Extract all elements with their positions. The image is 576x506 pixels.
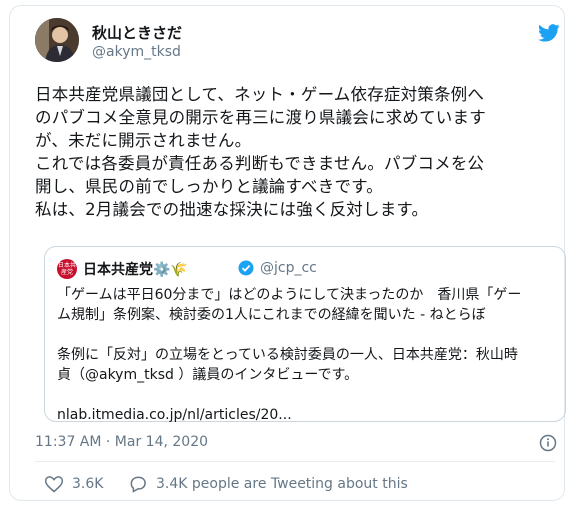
info-icon[interactable] (539, 434, 557, 456)
heart-icon[interactable] (44, 474, 64, 498)
display-name[interactable]: 秋山ときさだ (92, 22, 182, 43)
jcp-logo: 日本共産党 (57, 259, 77, 279)
talking-about-link[interactable]: 3.4K people are Tweeting about this (156, 476, 408, 492)
avatar[interactable] (35, 18, 79, 62)
quoted-tweet[interactable]: 日本共産党 日本共産党⚙️🌾 @jcp_cc 「ゲームは平日60分まで」はどのよ… (44, 246, 566, 423)
user-handle[interactable]: @akym_tksd (92, 44, 181, 60)
like-count[interactable]: 3.6K (72, 476, 103, 492)
verified-badge-icon (238, 260, 254, 276)
quoted-display-name: 日本共産党⚙️🌾 (83, 262, 188, 278)
tweet-card: 秋山ときさだ @akym_tksd 日本共産党県議団として、ネット・ゲーム依存症… (9, 5, 566, 501)
tweet-timestamp[interactable]: 11:37 AM · Mar 14, 2020 (35, 434, 208, 450)
twitter-bird-icon[interactable] (538, 24, 560, 46)
tweet-text: 日本共産党県議団として、ネット・ゲーム依存症対策条例へ のパブコメ全意見の開示を… (35, 85, 486, 219)
speech-bubble-icon[interactable] (128, 474, 148, 498)
divider (35, 461, 555, 462)
quoted-handle: @jcp_cc (260, 260, 317, 276)
quoted-text: 「ゲームは平日60分まで」はどのようにして決まったのか 香川県「ゲー ム規制」条… (57, 287, 522, 423)
